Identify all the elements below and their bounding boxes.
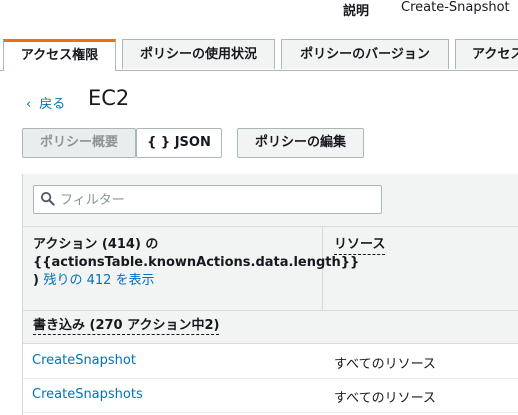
description-label: 説明 bbox=[343, 4, 370, 19]
policy-summary-button[interactable]: ポリシー概要 bbox=[22, 128, 136, 158]
resource-column-header[interactable]: リソース bbox=[334, 236, 386, 255]
resource-cell: すべてのリソース bbox=[334, 391, 436, 406]
resource-cell: すべてのリソース bbox=[334, 357, 436, 372]
actions-header-template: {{actionsTable.knownActions.data.length}… bbox=[33, 255, 360, 270]
json-button[interactable]: { } JSON bbox=[136, 128, 222, 158]
table-row: CreateSnapshots すべてのリソース bbox=[23, 378, 518, 413]
tab-policy-usage[interactable]: ポリシーの使用状況 bbox=[122, 39, 275, 69]
actions-header-suffix: ) bbox=[33, 273, 39, 288]
show-remaining-link[interactable]: 残りの 412 を表示 bbox=[43, 273, 154, 288]
back-label: 戻る bbox=[39, 97, 66, 112]
action-link[interactable]: CreateSnapshot bbox=[32, 353, 136, 368]
filter-input[interactable] bbox=[58, 189, 377, 212]
edit-policy-button[interactable]: ポリシーの編集 bbox=[237, 128, 364, 158]
description-value: Create-Snapshot bbox=[401, 0, 510, 15]
chevron-left-icon: ‹ bbox=[26, 97, 32, 112]
actions-header-prefix: アクション (414) の bbox=[33, 237, 159, 252]
search-icon bbox=[40, 191, 55, 206]
group-label[interactable]: 書き込み (270 アクション中2) bbox=[33, 318, 220, 335]
filter-field[interactable] bbox=[33, 185, 382, 214]
tab-policy-versions[interactable]: ポリシーのバージョン bbox=[281, 39, 449, 69]
tab-permissions[interactable]: アクセス権限 bbox=[3, 39, 116, 71]
actions-column-header: アクション (414) の {{actionsTable.knownAction… bbox=[33, 236, 359, 290]
tab-access[interactable]: アクセス bbox=[455, 39, 518, 69]
tab-bar: アクセス権限 ポリシーの使用状況 ポリシーのバージョン アクセス bbox=[0, 39, 518, 71]
table-row: CreateSnapshot すべてのリソース bbox=[23, 344, 518, 379]
action-link[interactable]: CreateSnapshots bbox=[32, 387, 143, 402]
service-title: EC2 bbox=[88, 86, 130, 110]
back-link[interactable]: ‹ 戻る bbox=[26, 93, 65, 112]
